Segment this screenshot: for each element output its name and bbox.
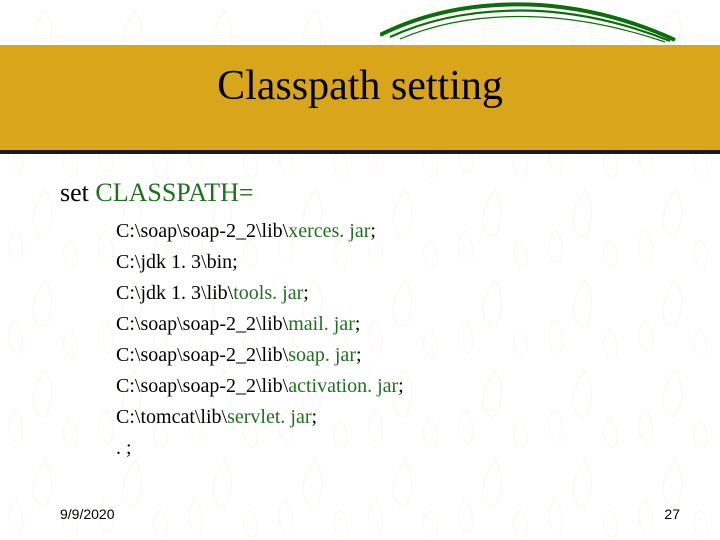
path-line: C:\jdk 1. 3\lib\tools. jar; xyxy=(116,278,680,309)
path-line: C:\soap\soap-2_2\lib\xerces. jar; xyxy=(116,216,680,247)
slide-title: Classpath setting xyxy=(0,62,720,110)
path-line: C:\soap\soap-2_2\lib\soap. jar; xyxy=(116,340,680,371)
footer-page-number: 27 xyxy=(664,506,680,522)
path-line: C:\jdk 1. 3\bin; xyxy=(116,247,680,278)
path-list: C:\soap\soap-2_2\lib\xerces. jar; C:\jdk… xyxy=(116,216,680,464)
content-area: set CLASSPATH= C:\soap\soap-2_2\lib\xerc… xyxy=(60,178,680,464)
path-line: C:\soap\soap-2_2\lib\mail. jar; xyxy=(116,309,680,340)
command-line: set CLASSPATH= xyxy=(60,178,680,208)
path-line: C:\tomcat\lib\servlet. jar; xyxy=(116,402,680,433)
command-label: set xyxy=(60,178,95,207)
path-line: . ; xyxy=(116,433,680,464)
footer-date: 9/9/2020 xyxy=(60,506,115,522)
swoosh-decoration xyxy=(380,0,680,50)
title-underline xyxy=(0,150,720,154)
path-line: C:\soap\soap-2_2\lib\activation. jar; xyxy=(116,371,680,402)
command-variable: CLASSPATH= xyxy=(95,178,253,207)
